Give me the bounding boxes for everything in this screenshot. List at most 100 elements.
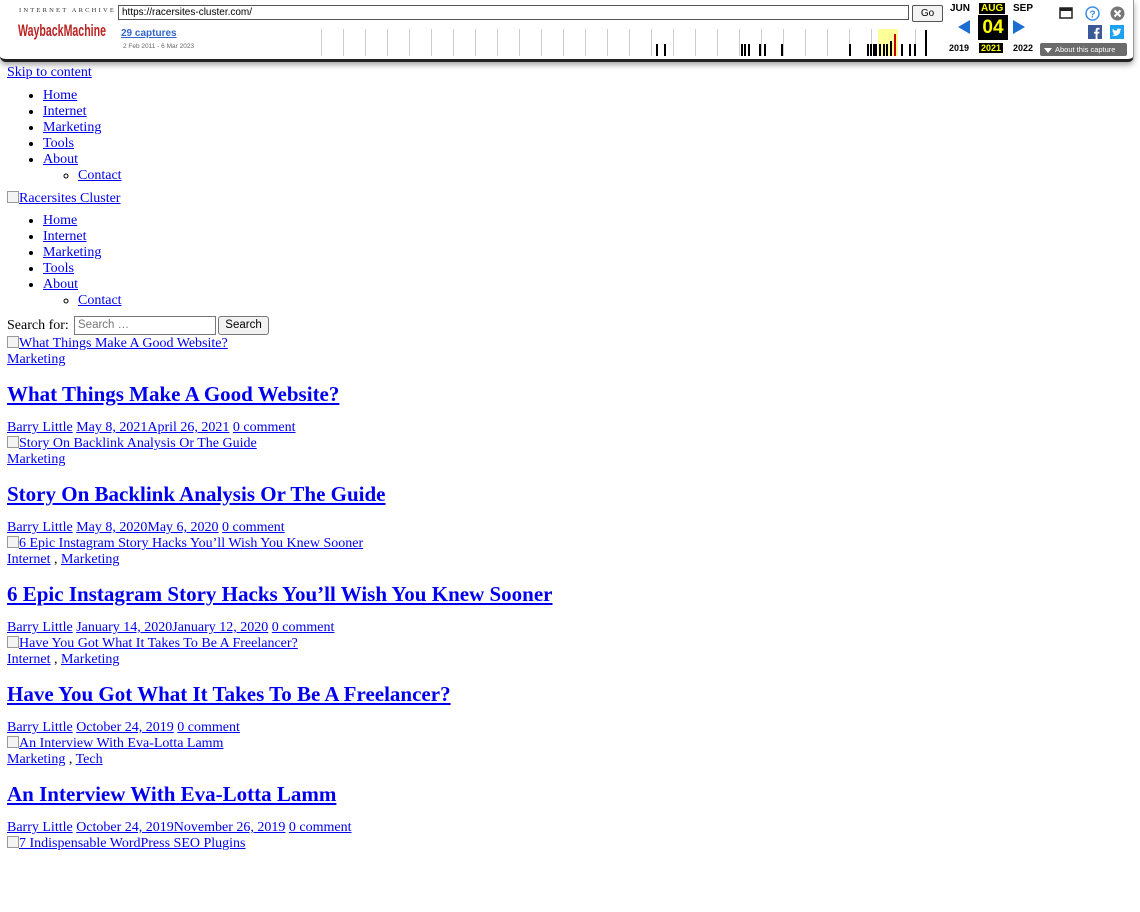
skip-to-content-link[interactable]: Skip to content — [7, 63, 1127, 82]
category-link[interactable]: Marketing — [7, 352, 65, 367]
sparkline-capture-tick[interactable] — [849, 44, 851, 56]
date-link[interactable]: October 24, 2019 — [76, 720, 174, 735]
category-link[interactable]: Marketing — [7, 452, 65, 467]
nav-item-contact: Contact — [78, 293, 1127, 309]
sparkline-capture-tick[interactable] — [741, 44, 743, 56]
nav-link-home[interactable]: Home — [43, 88, 77, 103]
search-button[interactable]: Search — [218, 316, 269, 335]
sparkline-capture-tick[interactable] — [901, 44, 903, 56]
next-capture-icon[interactable] — [1013, 20, 1025, 34]
prev-capture-icon[interactable] — [958, 20, 970, 34]
category-link[interactable]: Internet — [7, 652, 51, 667]
nav-link-marketing[interactable]: Marketing — [43, 245, 101, 260]
nav-link-about[interactable]: About — [43, 152, 78, 167]
search-form: Search for: Search … Search — [7, 315, 1127, 336]
author-link[interactable]: Barry Little — [7, 520, 73, 535]
nav-link-contact[interactable]: Contact — [78, 168, 122, 183]
svg-text:?: ? — [1089, 10, 1095, 21]
sparkline-capture-tick[interactable] — [873, 44, 875, 56]
wayback-url-input[interactable]: https://racersites-cluster.com/ — [118, 5, 909, 20]
post-thumbnail-link[interactable]: 6 Epic Instagram Story Hacks You’ll Wish… — [7, 536, 1127, 552]
post-thumbnail-link[interactable]: An Interview With Eva-Lotta Lamm — [7, 736, 1127, 752]
post-title: Have You Got What It Takes To Be A Freel… — [7, 681, 1127, 707]
comments-link[interactable]: 0 comment — [289, 820, 352, 835]
post-title-link[interactable]: Have You Got What It Takes To Be A Freel… — [7, 682, 451, 706]
month-prev[interactable]: JUN — [950, 3, 970, 14]
post-title-link[interactable]: What Things Make A Good Website? — [7, 382, 339, 406]
sparkline-capture-tick[interactable] — [886, 44, 888, 56]
calendar-icon[interactable] — [1059, 7, 1073, 19]
nav-link-tools[interactable]: Tools — [43, 136, 74, 151]
close-icon[interactable] — [1110, 6, 1125, 21]
category-link[interactable]: Internet — [7, 552, 51, 567]
date-link[interactable]: May 8, 2021April 26, 2021 — [76, 420, 229, 435]
sparkline-capture-tick[interactable] — [744, 44, 746, 56]
post-thumbnail-link[interactable]: What Things Make A Good Website? — [7, 336, 1127, 352]
post-thumbnail-link[interactable]: 7 Indispensable WordPress SEO Plugins — [7, 836, 1127, 852]
year-next[interactable]: 2022 — [1013, 43, 1033, 53]
post-thumbnail-link[interactable]: Have You Got What It Takes To Be A Freel… — [7, 636, 1127, 652]
comments-link[interactable]: 0 comment — [177, 720, 240, 735]
category-link[interactable]: Marketing — [61, 552, 119, 567]
comments-link[interactable]: 0 comment — [272, 620, 335, 635]
nav-link-contact[interactable]: Contact — [78, 293, 122, 308]
search-input[interactable]: Search … — [74, 316, 216, 335]
sparkline-capture-tick[interactable] — [870, 44, 872, 56]
sparkline-capture-tick[interactable] — [759, 44, 761, 56]
category-link[interactable]: Marketing — [7, 752, 65, 767]
year-prev[interactable]: 2019 — [949, 43, 969, 53]
post-thumbnail-link[interactable]: Story On Backlink Analysis Or The Guide — [7, 436, 1127, 452]
author-link[interactable]: Barry Little — [7, 420, 73, 435]
date-link[interactable]: May 8, 2020May 6, 2020 — [76, 520, 218, 535]
sparkline-capture-tick[interactable] — [875, 44, 877, 56]
nav-link-about[interactable]: About — [43, 277, 78, 292]
post-title: An Interview With Eva-Lotta Lamm — [7, 781, 1127, 807]
sparkline-capture-tick[interactable] — [867, 44, 869, 56]
sparkline-year-divider — [827, 29, 828, 56]
sparkline-capture-tick[interactable] — [764, 44, 766, 56]
nav-link-internet[interactable]: Internet — [43, 104, 87, 119]
sparkline-capture-tick[interactable] — [883, 44, 885, 56]
sparkline-year-divider — [717, 29, 718, 56]
sparkline-capture-tick[interactable] — [656, 44, 658, 56]
author-link[interactable]: Barry Little — [7, 820, 73, 835]
nav-link-internet[interactable]: Internet — [43, 229, 87, 244]
sparkline-capture-tick[interactable] — [879, 44, 881, 56]
category-link[interactable]: Tech — [76, 752, 103, 767]
category-link[interactable]: Marketing — [61, 652, 119, 667]
sparkline-capture-tick[interactable] — [909, 44, 911, 56]
post-title-link[interactable]: 6 Epic Instagram Story Hacks You’ll Wish… — [7, 582, 553, 606]
sparkline-capture-tick[interactable] — [914, 44, 916, 56]
sparkline-capture-tick[interactable] — [890, 41, 892, 56]
month-next[interactable]: SEP — [1013, 3, 1033, 14]
post-meta: Barry Little October 24, 2019 0 comment — [7, 720, 1127, 736]
capture-sparkline[interactable] — [318, 29, 940, 56]
comments-link[interactable]: 0 comment — [233, 420, 296, 435]
author-link[interactable]: Barry Little — [7, 720, 73, 735]
nav-link-home[interactable]: Home — [43, 213, 77, 228]
sparkline-year-divider — [497, 29, 498, 56]
facebook-icon[interactable] — [1088, 25, 1102, 39]
sparkline-capture-tick[interactable] — [781, 44, 783, 56]
sparkline-capture-tick[interactable] — [664, 44, 666, 56]
date-link[interactable]: October 24, 2019November 26, 2019 — [76, 820, 285, 835]
comments-link[interactable]: 0 comment — [222, 520, 285, 535]
nav-item-marketing: Marketing — [43, 245, 1127, 261]
post-title-link[interactable]: Story On Backlink Analysis Or The Guide — [7, 482, 386, 506]
about-capture-button[interactable]: About this capture — [1040, 43, 1127, 56]
site-logo-link[interactable]: Racersites Cluster — [7, 191, 1127, 207]
author-link[interactable]: Barry Little — [7, 620, 73, 635]
help-icon[interactable]: ? — [1085, 6, 1100, 21]
captures-link[interactable]: 29 captures — [121, 28, 177, 39]
wayback-machine-logo[interactable]: WaybackMachine — [18, 16, 108, 41]
sparkline-capture-tick[interactable] — [894, 34, 896, 56]
post-title-link[interactable]: An Interview With Eva-Lotta Lamm — [7, 782, 336, 806]
twitter-icon[interactable] — [1110, 25, 1124, 39]
nav-link-marketing[interactable]: Marketing — [43, 120, 101, 135]
nav-link-tools[interactable]: Tools — [43, 261, 74, 276]
date-link[interactable]: January 14, 2020January 12, 2020 — [76, 620, 268, 635]
go-button[interactable]: Go — [912, 5, 943, 22]
page-content: Skip to content Home Internet Marketing … — [7, 63, 1127, 852]
sparkline-capture-tick[interactable] — [925, 30, 927, 56]
sparkline-capture-tick[interactable] — [748, 44, 750, 56]
